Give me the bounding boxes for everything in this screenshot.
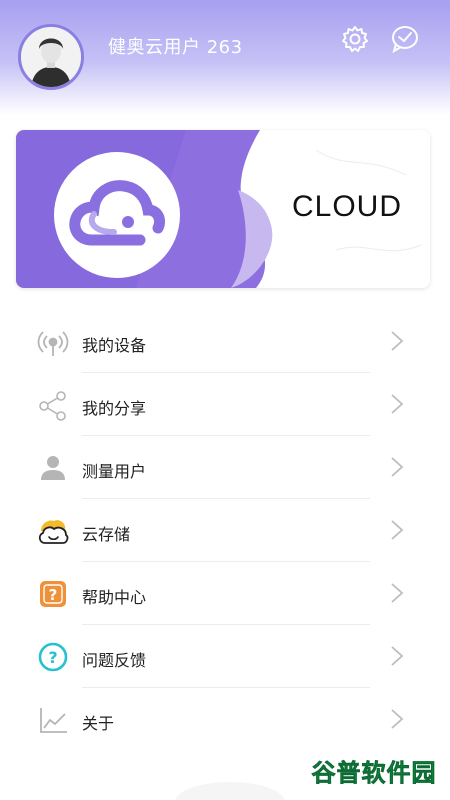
gear-icon[interactable] xyxy=(340,24,370,54)
menu-item-about[interactable]: 关于 xyxy=(0,688,450,751)
menu-item-measure-users[interactable]: 测量用户 xyxy=(0,436,450,499)
svg-text:?: ? xyxy=(48,648,57,667)
cloud-logo-icon xyxy=(54,152,180,278)
menu-item-cloud-storage[interactable]: 云存储 xyxy=(0,499,450,562)
menu-label: 我的设备 xyxy=(82,336,147,355)
menu-item-help-center[interactable]: ? 帮助中心 xyxy=(0,562,450,625)
menu-label: 测量用户 xyxy=(82,462,147,481)
banner-title: CLOUD xyxy=(292,190,403,223)
chevron-right-icon xyxy=(390,330,404,352)
menu-label: 帮助中心 xyxy=(82,588,147,607)
chevron-right-icon xyxy=(390,393,404,415)
chevron-right-icon xyxy=(390,708,404,730)
feedback-question-icon: ? xyxy=(37,641,69,673)
help-icon: ? xyxy=(37,578,69,610)
chevron-right-icon xyxy=(390,582,404,604)
chart-line-icon xyxy=(37,704,69,736)
menu-label: 关于 xyxy=(82,714,115,733)
watermark-text: 谷普软件园 xyxy=(312,759,437,787)
menu-label: 我的分享 xyxy=(82,399,147,418)
username: 健奥云用户 263 xyxy=(108,37,243,58)
chevron-right-icon xyxy=(390,519,404,541)
user-icon xyxy=(37,452,69,484)
menu-item-my-devices[interactable]: 我的设备 xyxy=(0,310,450,373)
cloud-storage-icon xyxy=(37,515,69,547)
settings-menu: 我的设备 我的分享 测量用户 云存储 ? 帮助中心 ? 问题反馈 关于 xyxy=(0,310,450,751)
menu-label: 问题反馈 xyxy=(82,651,147,670)
share-icon xyxy=(37,389,69,421)
watermark: 谷普软件园 xyxy=(306,752,442,792)
menu-item-my-share[interactable]: 我的分享 xyxy=(0,373,450,436)
svg-text:?: ? xyxy=(49,586,58,604)
menu-label: 云存储 xyxy=(82,525,131,544)
avatar[interactable] xyxy=(18,24,84,90)
device-signal-icon xyxy=(37,326,69,358)
message-bubble-icon[interactable] xyxy=(390,24,420,54)
bottom-curve xyxy=(175,782,285,800)
cloud-banner[interactable]: CLOUD xyxy=(16,130,430,288)
chevron-right-icon xyxy=(390,456,404,478)
menu-item-feedback[interactable]: ? 问题反馈 xyxy=(0,625,450,688)
chevron-right-icon xyxy=(390,645,404,667)
